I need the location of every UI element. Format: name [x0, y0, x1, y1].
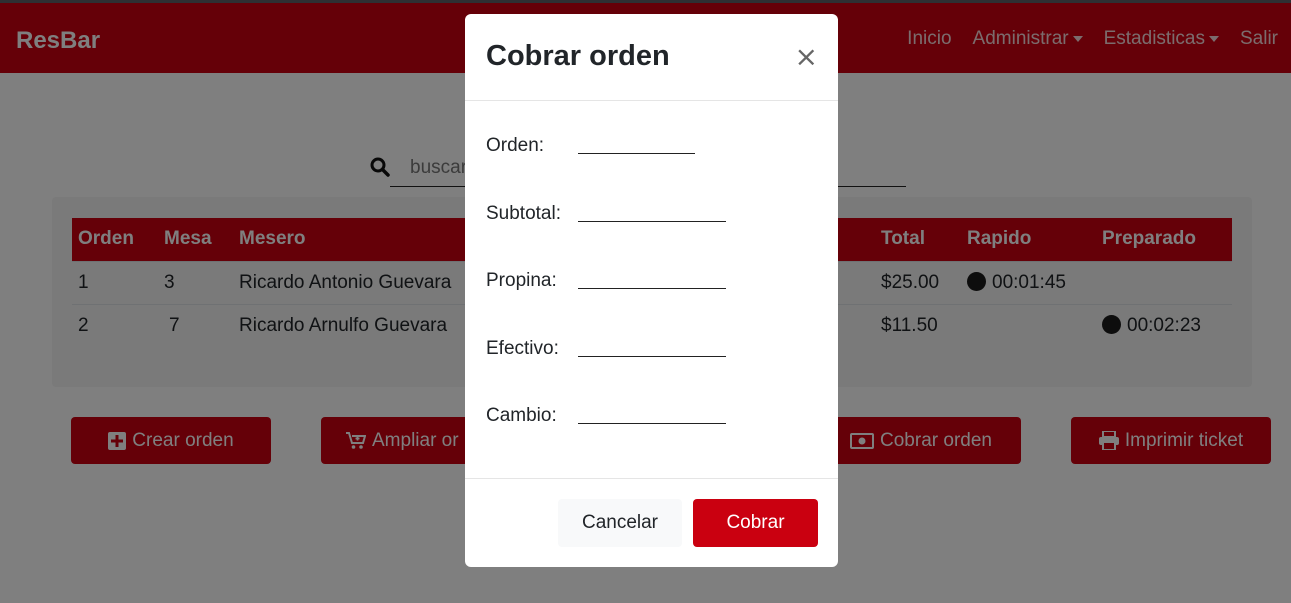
orden-label: Orden: — [486, 135, 545, 156]
cambio-label: Cambio: — [486, 405, 557, 426]
cobrar-orden-modal: Cobrar orden × Orden: Subtotal: Propina:… — [465, 14, 838, 567]
close-icon[interactable]: × — [795, 40, 818, 73]
propina-label: Propina: — [486, 270, 557, 291]
efectivo-field[interactable] — [578, 356, 726, 357]
orden-value-line — [578, 153, 695, 154]
cobrar-button[interactable]: Cobrar — [693, 499, 818, 547]
subtotal-label: Subtotal: — [486, 203, 561, 224]
modal-footer-divider — [465, 478, 838, 479]
modal-title: Cobrar orden — [486, 40, 670, 72]
propina-field[interactable] — [578, 288, 726, 289]
modal-header-divider — [465, 100, 838, 101]
subtotal-value-line — [578, 221, 726, 222]
cancel-button[interactable]: Cancelar — [558, 499, 682, 547]
cambio-value-line — [578, 423, 726, 424]
efectivo-label: Efectivo: — [486, 338, 559, 359]
